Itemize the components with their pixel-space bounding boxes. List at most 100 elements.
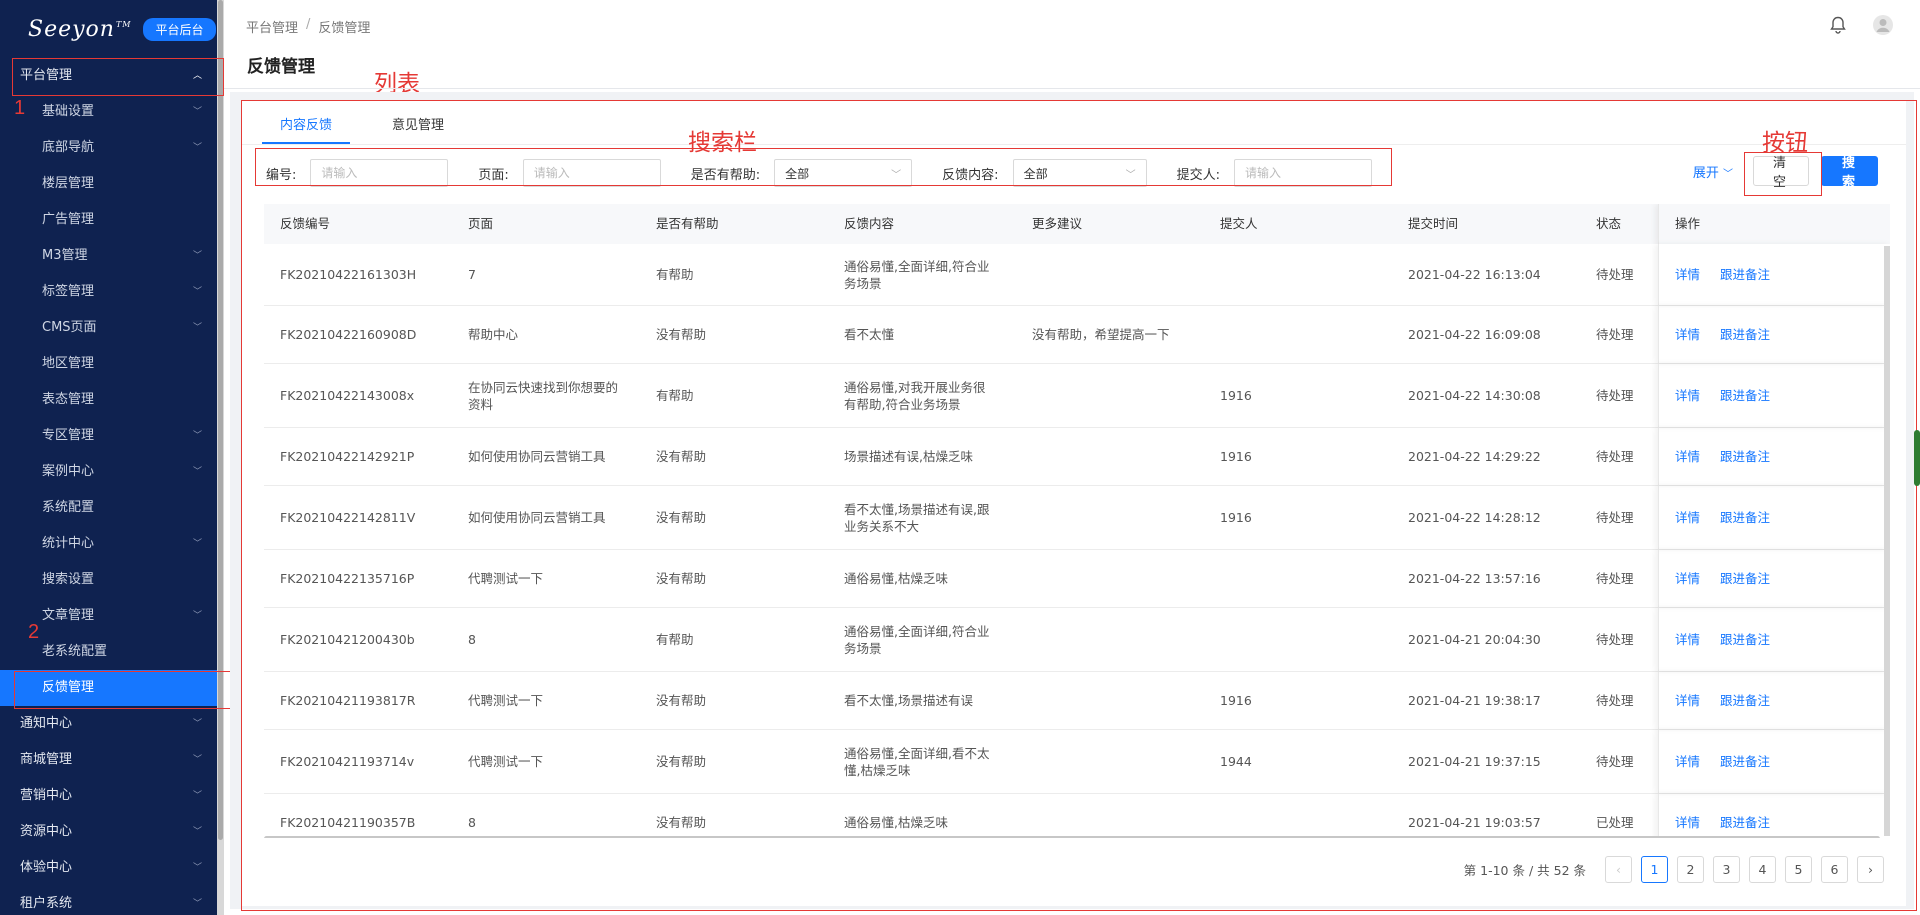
page-button[interactable]: 5: [1785, 856, 1812, 883]
seeyon-logo[interactable]: SeeyonTM: [28, 17, 131, 42]
sidebar-item-16[interactable]: 反馈管理: [0, 670, 224, 706]
sidebar-item-11[interactable]: 系统配置: [0, 490, 224, 526]
sidebar-item-13[interactable]: 搜索设置: [0, 562, 224, 598]
sidebar-item-7[interactable]: 地区管理: [0, 346, 224, 382]
sidebar-item-10[interactable]: 案例中心 ﹀: [0, 454, 224, 490]
search-toolbar: 展开 ﹀ 清空 搜索: [1693, 156, 1878, 190]
follow-note-link[interactable]: 跟进备注: [1720, 570, 1770, 587]
annotation-label-searchbar: 搜索栏: [688, 129, 757, 155]
detail-link[interactable]: 详情: [1675, 387, 1700, 404]
follow-note-link[interactable]: 跟进备注: [1720, 631, 1770, 648]
cell-time: 2021-04-22 14:28:12: [1408, 510, 1541, 525]
detail-link[interactable]: 详情: [1675, 570, 1700, 587]
cell-time: 2021-04-22 16:13:04: [1408, 267, 1541, 282]
cell-submitter: 1916: [1220, 449, 1252, 464]
sidebar-item-8[interactable]: 表态管理: [0, 382, 224, 418]
sidebar-item-label: M3管理: [42, 248, 88, 263]
sidebar-item-12[interactable]: 统计中心 ﹀: [0, 526, 224, 562]
user-avatar-icon[interactable]: [1872, 14, 1894, 36]
tab-opinion-management[interactable]: 意见管理: [374, 110, 462, 144]
cell-time: 2021-04-22 14:30:08: [1408, 388, 1541, 403]
follow-note-link[interactable]: 跟进备注: [1720, 448, 1770, 465]
content-area: 内容反馈 意见管理 编号: 页面: 是否有帮助: 全部 ﹀ 反馈内容: 全部 ﹀…: [230, 92, 1914, 909]
submitter-input[interactable]: [1233, 159, 1372, 187]
page-scroll-indicator[interactable]: [1914, 430, 1920, 486]
page-button[interactable]: 6: [1821, 856, 1848, 883]
sidebar-scrollbar-thumb[interactable]: [218, 0, 223, 840]
sidebar-item-0[interactable]: 基础设置 ﹀: [0, 94, 224, 130]
cell-helpful: 有帮助: [656, 632, 694, 647]
cell-suggest: [1016, 608, 1204, 671]
cell-helpful: 有帮助: [656, 267, 694, 282]
follow-note-link[interactable]: 跟进备注: [1720, 509, 1770, 526]
sidebar-group-2[interactable]: 营销中心 ﹀: [0, 778, 224, 814]
detail-link[interactable]: 详情: [1675, 753, 1700, 770]
prev-page-button[interactable]: ‹: [1605, 856, 1632, 883]
sidebar-group-3[interactable]: 资源中心 ﹀: [0, 814, 224, 850]
page-button[interactable]: 2: [1677, 856, 1704, 883]
sidebar-item-6[interactable]: CMS页面 ﹀: [0, 310, 224, 346]
table-vertical-scrollbar[interactable]: [1884, 246, 1890, 836]
chevron-down-icon: ﹀: [192, 539, 202, 549]
detail-link[interactable]: 详情: [1675, 814, 1700, 831]
cell-suggest: [1016, 672, 1204, 729]
follow-note-link[interactable]: 跟进备注: [1720, 266, 1770, 283]
bell-icon[interactable]: [1830, 16, 1846, 34]
page-button[interactable]: 1: [1641, 856, 1668, 883]
search-button[interactable]: 搜索: [1821, 156, 1878, 190]
sidebar-item-3[interactable]: 广告管理: [0, 202, 224, 238]
sidebar-group-0[interactable]: 通知中心 ﹀: [0, 706, 224, 742]
cell-submitter: 1916: [1220, 693, 1252, 708]
cell-actions: 详情 跟进备注: [1658, 730, 1890, 793]
cell-status: 待处理: [1596, 449, 1634, 464]
sidebar-group-4[interactable]: 体验中心 ﹀: [0, 850, 224, 886]
cell-helpful: 没有帮助: [656, 449, 707, 464]
detail-link[interactable]: 详情: [1675, 266, 1700, 283]
tab-content-feedback[interactable]: 内容反馈: [262, 110, 351, 144]
sidebar-item-9[interactable]: 专区管理 ﹀: [0, 418, 224, 454]
sidebar-group-5[interactable]: 租户系统 ﹀: [0, 886, 224, 915]
detail-link[interactable]: 详情: [1675, 326, 1700, 343]
sidebar-item-2[interactable]: 楼层管理: [0, 166, 224, 202]
detail-link[interactable]: 详情: [1675, 631, 1700, 648]
page-button[interactable]: 4: [1749, 856, 1776, 883]
sidebar-item-label: 系统配置: [42, 500, 95, 515]
content-select[interactable]: 全部 ﹀: [1012, 159, 1147, 187]
detail-link[interactable]: 详情: [1675, 448, 1700, 465]
detail-link[interactable]: 详情: [1675, 692, 1700, 709]
sidebar-group-1[interactable]: 商城管理 ﹀: [0, 742, 224, 778]
cell-id: FK20210421200430b: [280, 632, 415, 647]
cell-page: 8: [468, 632, 476, 647]
page-button[interactable]: 3: [1713, 856, 1740, 883]
detail-link[interactable]: 详情: [1675, 509, 1700, 526]
cell-id: FK20210422142811V: [280, 510, 416, 525]
follow-note-link[interactable]: 跟进备注: [1720, 387, 1770, 404]
page-input[interactable]: [522, 159, 661, 187]
cell-submitter: 1916: [1220, 510, 1252, 525]
clear-button[interactable]: 清空: [1753, 156, 1809, 190]
sidebar-item-1[interactable]: 底部导航 ﹀: [0, 130, 224, 166]
follow-note-link[interactable]: 跟进备注: [1720, 692, 1770, 709]
logo-tm: TM: [115, 20, 132, 30]
annotation-number-2: 2: [28, 621, 40, 643]
breadcrumb-root[interactable]: 平台管理: [246, 17, 298, 36]
helpful-select[interactable]: 全部 ﹀: [774, 159, 913, 187]
next-page-button[interactable]: ›: [1857, 856, 1884, 883]
cell-time: 2021-04-22 13:57:16: [1408, 571, 1541, 586]
cell-status: 已处理: [1596, 815, 1634, 830]
sidebar-item-5[interactable]: 标签管理 ﹀: [0, 274, 224, 310]
sidebar-item-4[interactable]: M3管理 ﹀: [0, 238, 224, 274]
annotation-label-buttons: 按钮: [1762, 129, 1808, 155]
follow-note-link[interactable]: 跟进备注: [1720, 326, 1770, 343]
follow-note-link[interactable]: 跟进备注: [1720, 753, 1770, 770]
cell-actions: 详情 跟进备注: [1658, 364, 1890, 427]
follow-note-link[interactable]: 跟进备注: [1720, 814, 1770, 831]
cell-id: FK20210422143008x: [280, 388, 415, 403]
sidebar-scrollbar[interactable]: [217, 0, 224, 915]
sidebar-item-label: 专区管理: [42, 428, 95, 443]
menu-group-platform[interactable]: 平台管理 ︿: [0, 58, 224, 94]
chevron-up-icon: ︿: [192, 71, 202, 81]
expand-link[interactable]: 展开 ﹀: [1693, 162, 1733, 181]
id-input[interactable]: [310, 159, 449, 187]
table-horizontal-scrollbar[interactable]: [264, 836, 1880, 838]
